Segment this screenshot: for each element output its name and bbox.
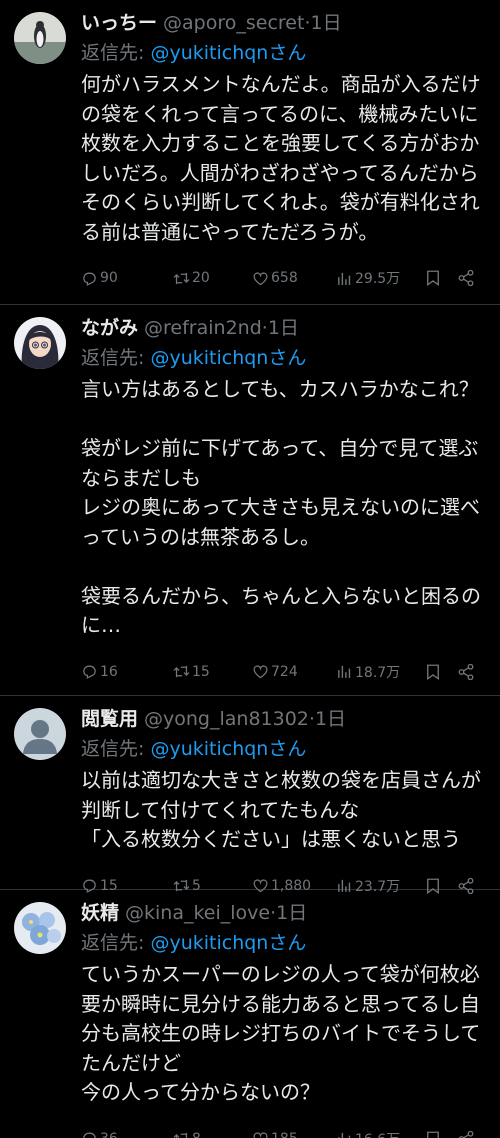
reply-to-line: 返信先: @yukitichqnさん <box>81 930 486 956</box>
retweet-button[interactable]: 15 <box>173 663 210 680</box>
heart-icon <box>253 1132 268 1138</box>
display-name[interactable]: 妖精 <box>81 902 119 924</box>
tweet-header: 閲覧用 @yong_lan81302·1日 <box>81 706 486 732</box>
tweet-text: 言い方はあるとしても、カスハラかなこれ？ 袋がレジ前に下げてあって、自分で見て選… <box>81 377 481 637</box>
action-bar: 16 15 724 18.7万 <box>81 649 486 695</box>
timestamp[interactable]: 1日 <box>310 12 341 34</box>
bookmark-button[interactable] <box>424 1130 442 1138</box>
reply-count: 16 <box>100 663 118 680</box>
action-bar: 90 20 658 29.5万 <box>81 255 486 301</box>
reply-feed: いっちー @aporo_secret·1日 返信先: @yukitichqnさん … <box>0 0 500 1138</box>
avatar[interactable] <box>14 317 66 369</box>
mention-link[interactable]: @yukitichqnさん <box>150 932 306 954</box>
tweet-header: 妖精 @kina_kei_love·1日 <box>81 900 486 926</box>
display-name[interactable]: 閲覧用 <box>81 708 138 730</box>
like-count: 724 <box>271 663 298 680</box>
timestamp[interactable]: 1日 <box>276 902 307 924</box>
user-handle[interactable]: @kina_kei_love <box>125 902 270 924</box>
view-count: 29.5万 <box>355 271 401 287</box>
reply-button[interactable]: 90 <box>81 270 118 287</box>
reply-to-line: 返信先: @yukitichqnさん <box>81 345 486 371</box>
share-icon <box>458 1130 474 1138</box>
retweet-button[interactable]: 20 <box>173 270 210 287</box>
retweet-icon <box>173 272 190 284</box>
view-count: 18.7万 <box>355 664 401 681</box>
bookmark-icon <box>427 1131 439 1138</box>
reply-icon <box>83 665 96 679</box>
retweet-icon <box>173 1132 188 1138</box>
retweet-icon <box>173 665 190 678</box>
heart-icon <box>253 665 268 679</box>
tweet-text: 何がハラスメントなんだよ。商品が入るだけの袋をくれって言ってるのに、機械みたいに… <box>81 72 481 244</box>
bookmark-button[interactable] <box>424 269 442 287</box>
share-button[interactable] <box>457 1130 475 1138</box>
display-name[interactable]: いっちー <box>81 12 157 34</box>
bookmark-icon <box>427 664 439 680</box>
reply-count: 36 <box>100 1131 118 1138</box>
bookmark-icon <box>427 270 439 287</box>
retweet-count: 20 <box>192 270 210 286</box>
user-handle[interactable]: @yong_lan81302 <box>144 708 309 730</box>
reply-count: 90 <box>100 270 118 286</box>
retweet-count: 8 <box>192 1131 201 1138</box>
tweet[interactable]: 妖精 @kina_kei_love·1日 返信先: @yukitichqnさん て… <box>0 890 500 1138</box>
avatar[interactable] <box>14 708 66 760</box>
mention-link[interactable]: @yukitichqnさん <box>150 42 306 64</box>
share-button[interactable] <box>457 269 475 287</box>
display-name[interactable]: ながみ <box>81 317 138 339</box>
retweet-button[interactable]: 8 <box>173 1130 201 1138</box>
reply-button[interactable]: 16 <box>81 663 118 680</box>
like-button[interactable]: 658 <box>252 270 298 287</box>
share-icon <box>458 269 474 287</box>
heart-icon <box>253 271 268 285</box>
user-handle[interactable]: @refrain2nd <box>144 317 262 339</box>
like-button[interactable]: 185 <box>252 1130 298 1138</box>
timestamp[interactable]: 1日 <box>268 317 299 339</box>
views-button[interactable]: 18.7万 <box>336 662 400 682</box>
views-chart-icon <box>338 665 351 678</box>
share-button[interactable] <box>457 663 475 681</box>
like-count: 185 <box>271 1131 298 1138</box>
views-chart-icon <box>338 1132 351 1138</box>
tweet[interactable]: ながみ @refrain2nd·1日 返信先: @yukitichqnさん 言い方… <box>0 305 500 696</box>
reply-prefix: 返信先: <box>81 347 151 369</box>
views-button[interactable]: 16.6万 <box>336 1129 400 1138</box>
share-icon <box>458 663 474 680</box>
tweet-text: 以前は適切な大きさと枚数の袋を店員さんが判断して付けてくれてたもんな 「入る枚数… <box>81 768 481 851</box>
reply-to-line: 返信先: @yukitichqnさん <box>81 40 486 66</box>
timestamp[interactable]: 1日 <box>315 708 346 730</box>
tweet-header: いっちー @aporo_secret·1日 <box>81 10 486 36</box>
action-bar: 36 8 185 16.6万 <box>81 1116 486 1138</box>
tweet[interactable]: 閲覧用 @yong_lan81302·1日 返信先: @yukitichqnさん … <box>0 696 500 895</box>
view-count: 16.6万 <box>355 1129 400 1138</box>
reply-to-line: 返信先: @yukitichqnさん <box>81 736 486 762</box>
like-count: 658 <box>271 270 298 286</box>
tweet[interactable]: いっちー @aporo_secret·1日 返信先: @yukitichqnさん … <box>0 0 500 305</box>
bookmark-button[interactable] <box>424 663 442 681</box>
reply-button[interactable]: 36 <box>81 1130 118 1138</box>
avatar[interactable] <box>14 12 66 64</box>
like-button[interactable]: 724 <box>252 663 298 680</box>
tweet-text: ていうかスーパーのレジの人って袋が何枚必要か瞬時に見分ける能力あると思ってるし自… <box>81 962 481 1104</box>
reply-prefix: 返信先: <box>81 932 151 954</box>
retweet-count: 15 <box>192 663 210 680</box>
reply-icon <box>83 272 96 286</box>
mention-link[interactable]: @yukitichqnさん <box>150 347 306 369</box>
mention-link[interactable]: @yukitichqnさん <box>150 738 306 760</box>
avatar[interactable] <box>14 902 66 954</box>
views-chart-icon <box>338 272 351 285</box>
reply-prefix: 返信先: <box>81 738 151 760</box>
reply-prefix: 返信先: <box>81 42 151 64</box>
views-button[interactable]: 29.5万 <box>336 268 400 288</box>
reply-icon <box>83 1132 96 1138</box>
tweet-header: ながみ @refrain2nd·1日 <box>81 315 486 341</box>
user-handle[interactable]: @aporo_secret <box>163 12 304 34</box>
